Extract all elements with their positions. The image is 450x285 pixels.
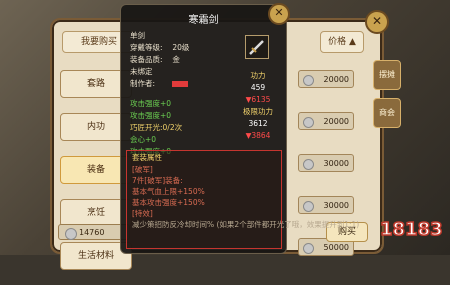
- coin-icon: [303, 75, 314, 86]
- coin-icon: [65, 228, 77, 240]
- set-line: [特效]: [132, 209, 153, 218]
- wear-level-value: 20级: [172, 43, 190, 52]
- set-line: [破军]: [132, 165, 153, 174]
- side-item-guild[interactable]: 商会: [373, 98, 401, 128]
- set-header: 套装属性: [132, 153, 162, 162]
- attribute-line: 攻击强度+0: [130, 111, 172, 120]
- price-value: 30000: [323, 159, 349, 168]
- limit-diff: ▼3864: [245, 131, 271, 140]
- set-line: 7件[破军]装备:: [132, 176, 183, 185]
- attribute-line: 攻击强度+0: [130, 99, 172, 108]
- limit-value: 3612: [248, 119, 268, 128]
- craft-line: 巧匠开光:0/2次: [130, 123, 183, 132]
- price-value: 30000: [323, 201, 349, 210]
- money-value: 14760: [79, 228, 105, 237]
- attack-label: 功力: [250, 71, 266, 80]
- side-menu: 摆摊 商会: [373, 60, 403, 136]
- price-item[interactable]: 20000: [298, 112, 354, 130]
- set-attributes-box: 套装属性 [破军] 7件[破军]装备: 基本气血上限+150% 基本攻击强度+1…: [126, 150, 360, 249]
- coin-icon: [303, 117, 314, 128]
- attack-value: 459: [250, 83, 266, 92]
- coin-icon: [303, 201, 314, 212]
- coin-icon: [303, 159, 314, 170]
- close-shop-button[interactable]: ✕: [365, 10, 389, 34]
- set-line: 基本气血上限+150%: [132, 187, 205, 196]
- close-tooltip-button[interactable]: ✕: [268, 3, 290, 25]
- attack-diff: ▼6135: [245, 95, 271, 104]
- set-line: 基本攻击强度+150%: [132, 198, 205, 207]
- price-item[interactable]: 30000: [298, 154, 354, 172]
- craft-attribute-line: 会心+0: [130, 135, 157, 144]
- logo-text: 18183: [380, 219, 443, 240]
- quality-value: 金: [172, 55, 180, 64]
- maker-name-hidden: [172, 81, 189, 87]
- price-value: 20000: [323, 117, 349, 126]
- limit-label: 极限功力: [243, 107, 273, 116]
- quality-label: 装备品质:: [130, 55, 163, 64]
- wear-level-label: 穿戴等级:: [130, 43, 163, 52]
- attack-stats: 功力 459 ▼6135 极限功力 3612 ▼3864: [236, 70, 280, 142]
- price-sort-button[interactable]: 价格 ▲: [320, 31, 364, 53]
- price-item[interactable]: 30000: [298, 196, 354, 214]
- price-value: 20000: [323, 75, 349, 84]
- price-list: 20000 20000 30000 30000 50000: [298, 70, 354, 280]
- maker-label: 制作者:: [130, 79, 156, 88]
- side-item-stall[interactable]: 摆摊: [373, 60, 401, 90]
- price-value: 50000: [323, 243, 349, 252]
- item-type: 单剑: [130, 31, 145, 40]
- logo-18183: 18183: [379, 218, 443, 241]
- price-item[interactable]: 20000: [298, 70, 354, 88]
- set-line: 减少策招防反冷却时间% (如果2个部件都开光了哦，效果提升到1:1): [132, 220, 360, 229]
- item-title: 寒霜剑: [188, 15, 219, 26]
- coin-icon: [303, 243, 314, 254]
- attribute-lines: 攻击强度+0 攻击强度+0 巧匠开光:0/2次 会心+0 攻击强度+0: [130, 98, 230, 158]
